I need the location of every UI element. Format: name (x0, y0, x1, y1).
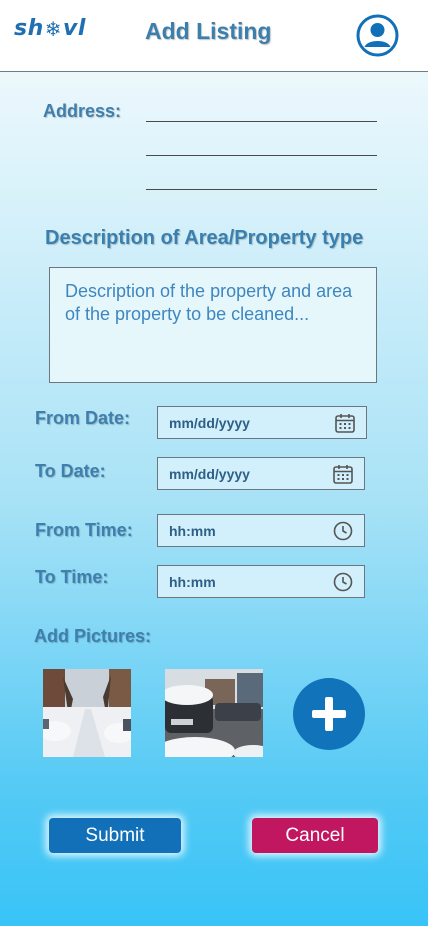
add-pictures-label: Add Pictures: (34, 626, 152, 646)
app-logo[interactable]: sh ❄ vl (14, 16, 86, 41)
calendar-icon[interactable] (334, 412, 356, 434)
address-line-1-input[interactable] (146, 121, 377, 122)
snowy-street-photo[interactable] (43, 669, 131, 757)
address-line-3-input[interactable] (146, 189, 377, 190)
plus-icon (312, 697, 346, 731)
clock-icon[interactable] (332, 571, 354, 593)
add-picture-button[interactable] (293, 678, 365, 750)
to-time-label: To Time: (35, 567, 109, 587)
user-circle-icon (356, 14, 399, 57)
from-time-input[interactable]: hh:mm (157, 514, 365, 547)
to-date-placeholder: mm/dd/yyyy (169, 465, 250, 482)
address-label: Address: (43, 101, 122, 121)
description-title: Description of Area/Property type (45, 227, 364, 249)
profile-button[interactable] (356, 14, 399, 57)
from-time-label: From Time: (35, 520, 133, 540)
snowy-car-photo[interactable] (165, 669, 263, 757)
description-textarea[interactable]: Description of the property and area of … (49, 267, 377, 383)
cancel-button[interactable]: Cancel (252, 818, 378, 853)
page-title: Add Listing (145, 18, 272, 44)
from-date-input[interactable]: mm/dd/yyyy (157, 406, 367, 439)
address-line-2-input[interactable] (146, 155, 377, 156)
logo-text-left: sh (14, 16, 44, 41)
to-date-label: To Date: (35, 461, 106, 481)
to-time-input[interactable]: hh:mm (157, 565, 365, 598)
from-date-label: From Date: (35, 408, 131, 428)
snowflake-icon: ❄ (44, 16, 63, 41)
calendar-icon[interactable] (332, 463, 354, 485)
from-date-placeholder: mm/dd/yyyy (169, 414, 250, 431)
cancel-button-label: Cancel (285, 824, 345, 846)
clock-icon[interactable] (332, 520, 354, 542)
submit-button[interactable]: Submit (49, 818, 181, 853)
to-date-input[interactable]: mm/dd/yyyy (157, 457, 365, 490)
submit-button-label: Submit (85, 824, 145, 846)
logo-text-right: vl (63, 16, 86, 41)
to-time-placeholder: hh:mm (169, 573, 216, 590)
from-time-placeholder: hh:mm (169, 522, 216, 539)
